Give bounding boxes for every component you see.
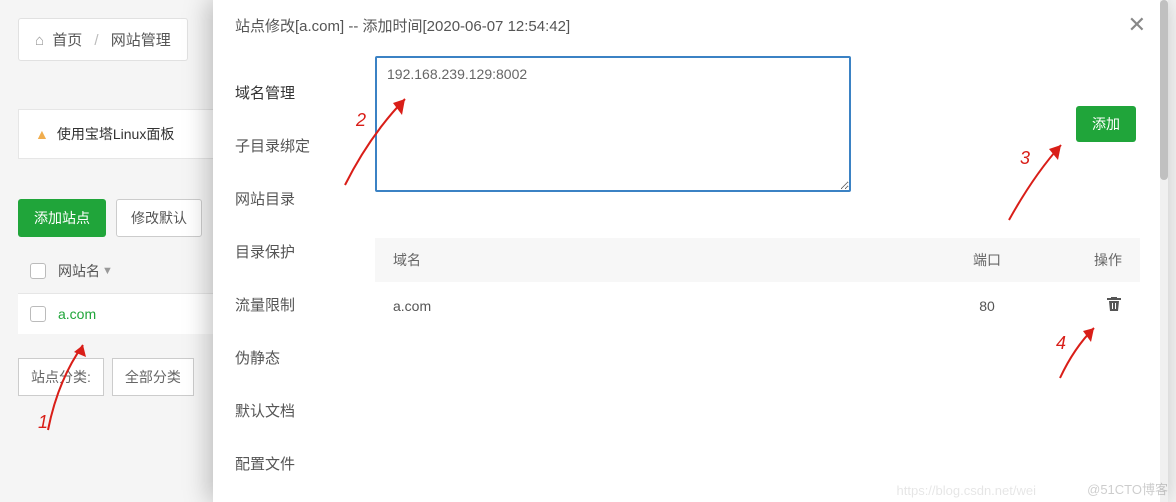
breadcrumb-home[interactable]: 首页	[52, 32, 82, 49]
column-site-name[interactable]: 网站名	[58, 261, 100, 281]
domain-table-header: 域名 端口 操作	[375, 238, 1140, 282]
scrollbar[interactable]	[1160, 0, 1168, 502]
sidebar-item-default-doc[interactable]: 默认文档	[213, 384, 367, 437]
warning-icon: ▲	[35, 126, 49, 142]
site-category-label: 站点分类:	[18, 358, 104, 396]
sort-down-icon[interactable]: ▼	[102, 265, 113, 277]
breadcrumb-section[interactable]: 网站管理	[111, 32, 171, 49]
home-icon: ⌂	[35, 32, 44, 49]
modal-title: 站点修改[a.com] -- 添加时间[2020-06-07 12:54:42]	[235, 15, 570, 36]
modify-default-button[interactable]: 修改默认	[116, 199, 202, 237]
column-port: 端口	[942, 250, 1032, 270]
column-domain: 域名	[393, 250, 942, 270]
sidebar-item-subdir-bind[interactable]: 子目录绑定	[213, 119, 367, 172]
column-operation: 操作	[1032, 250, 1122, 270]
site-edit-modal: 站点修改[a.com] -- 添加时间[2020-06-07 12:54:42]…	[213, 0, 1168, 502]
sidebar-item-pseudo-static[interactable]: 伪静态	[213, 331, 367, 384]
add-domain-button[interactable]: 添加	[1076, 106, 1136, 142]
add-site-button[interactable]: 添加站点	[18, 199, 106, 237]
domain-value: a.com	[393, 298, 942, 314]
select-all-checkbox[interactable]	[30, 263, 46, 279]
domain-input[interactable]	[375, 56, 851, 192]
modal-sidebar: 域名管理 子目录绑定 网站目录 目录保护 流量限制 伪静态 默认文档 配置文件	[213, 48, 367, 502]
sidebar-item-dir-protect[interactable]: 目录保护	[213, 225, 367, 278]
sidebar-item-config-file[interactable]: 配置文件	[213, 437, 367, 490]
annotation-number-1: 1	[38, 412, 48, 433]
close-icon[interactable]: ✕	[1128, 14, 1146, 36]
sidebar-item-traffic-limit[interactable]: 流量限制	[213, 278, 367, 331]
site-category-select[interactable]: 全部分类	[112, 358, 194, 396]
scrollbar-thumb[interactable]	[1160, 0, 1168, 180]
breadcrumb: ⌂ 首页 / 网站管理	[18, 18, 188, 61]
row-checkbox[interactable]	[30, 306, 46, 322]
sidebar-item-domain-mgmt[interactable]: 域名管理	[213, 66, 367, 119]
site-name-link[interactable]: a.com	[58, 306, 96, 322]
delete-icon[interactable]	[1106, 299, 1122, 315]
sidebar-item-site-dir[interactable]: 网站目录	[213, 172, 367, 225]
table-row: a.com 80	[375, 282, 1140, 329]
port-value: 80	[942, 298, 1032, 314]
